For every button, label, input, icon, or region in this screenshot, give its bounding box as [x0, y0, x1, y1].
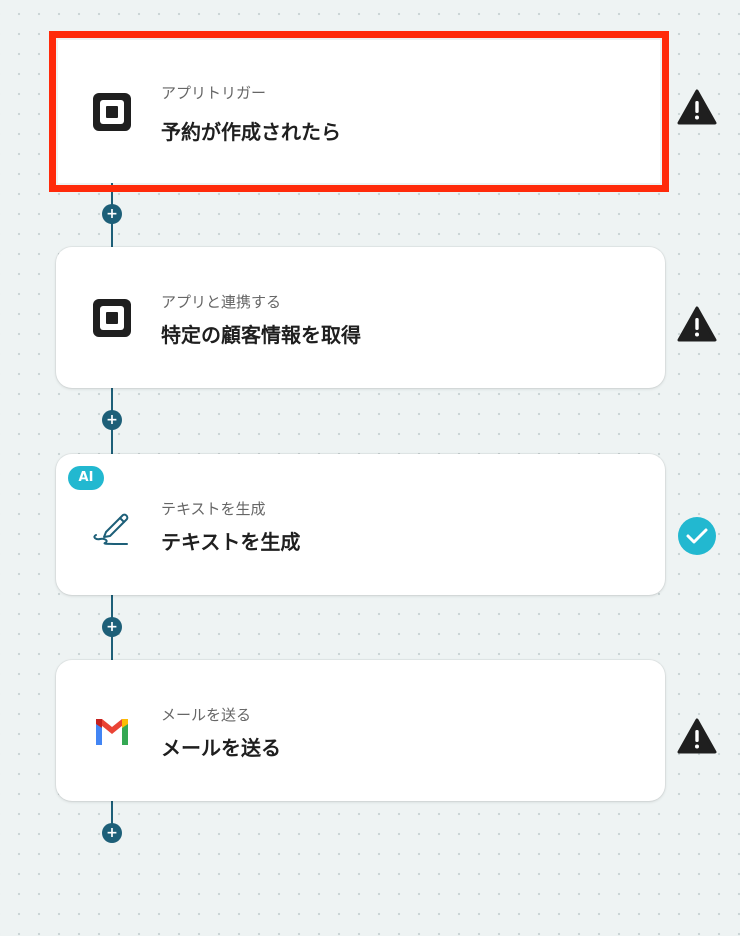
square-app-icon: [93, 92, 131, 131]
step-subtitle: アプリと連携する: [161, 293, 282, 311]
square-app-icon: [93, 298, 131, 337]
flow-step-card-ai[interactable]: AI テキストを生成 テキストを生成: [56, 454, 665, 595]
pen-icon: [93, 513, 129, 545]
add-step-button[interactable]: +: [102, 617, 122, 637]
ai-badge: AI: [68, 466, 104, 490]
step-subtitle: メールを送る: [161, 706, 252, 724]
step-title: 予約が作成されたら: [161, 120, 341, 144]
add-step-button[interactable]: +: [102, 823, 122, 843]
gmail-icon: [96, 718, 128, 745]
add-step-button[interactable]: +: [102, 410, 122, 430]
flow-step-card[interactable]: アプリと連携する 特定の顧客情報を取得: [56, 247, 665, 388]
flow-step-card-trigger[interactable]: アプリトリガー 予約が作成されたら: [49, 31, 669, 192]
step-title: メールを送る: [161, 736, 281, 760]
warning-icon[interactable]: [677, 88, 717, 128]
flow-step-card[interactable]: メールを送る メールを送る: [56, 660, 665, 801]
warning-icon[interactable]: [677, 305, 717, 345]
step-title: テキストを生成: [161, 530, 301, 554]
check-circle-icon[interactable]: [677, 516, 717, 556]
step-title: 特定の顧客情報を取得: [161, 323, 361, 347]
warning-icon[interactable]: [677, 717, 717, 757]
step-subtitle: テキストを生成: [161, 500, 266, 518]
step-subtitle: アプリトリガー: [161, 84, 267, 102]
add-step-button[interactable]: +: [102, 204, 122, 224]
